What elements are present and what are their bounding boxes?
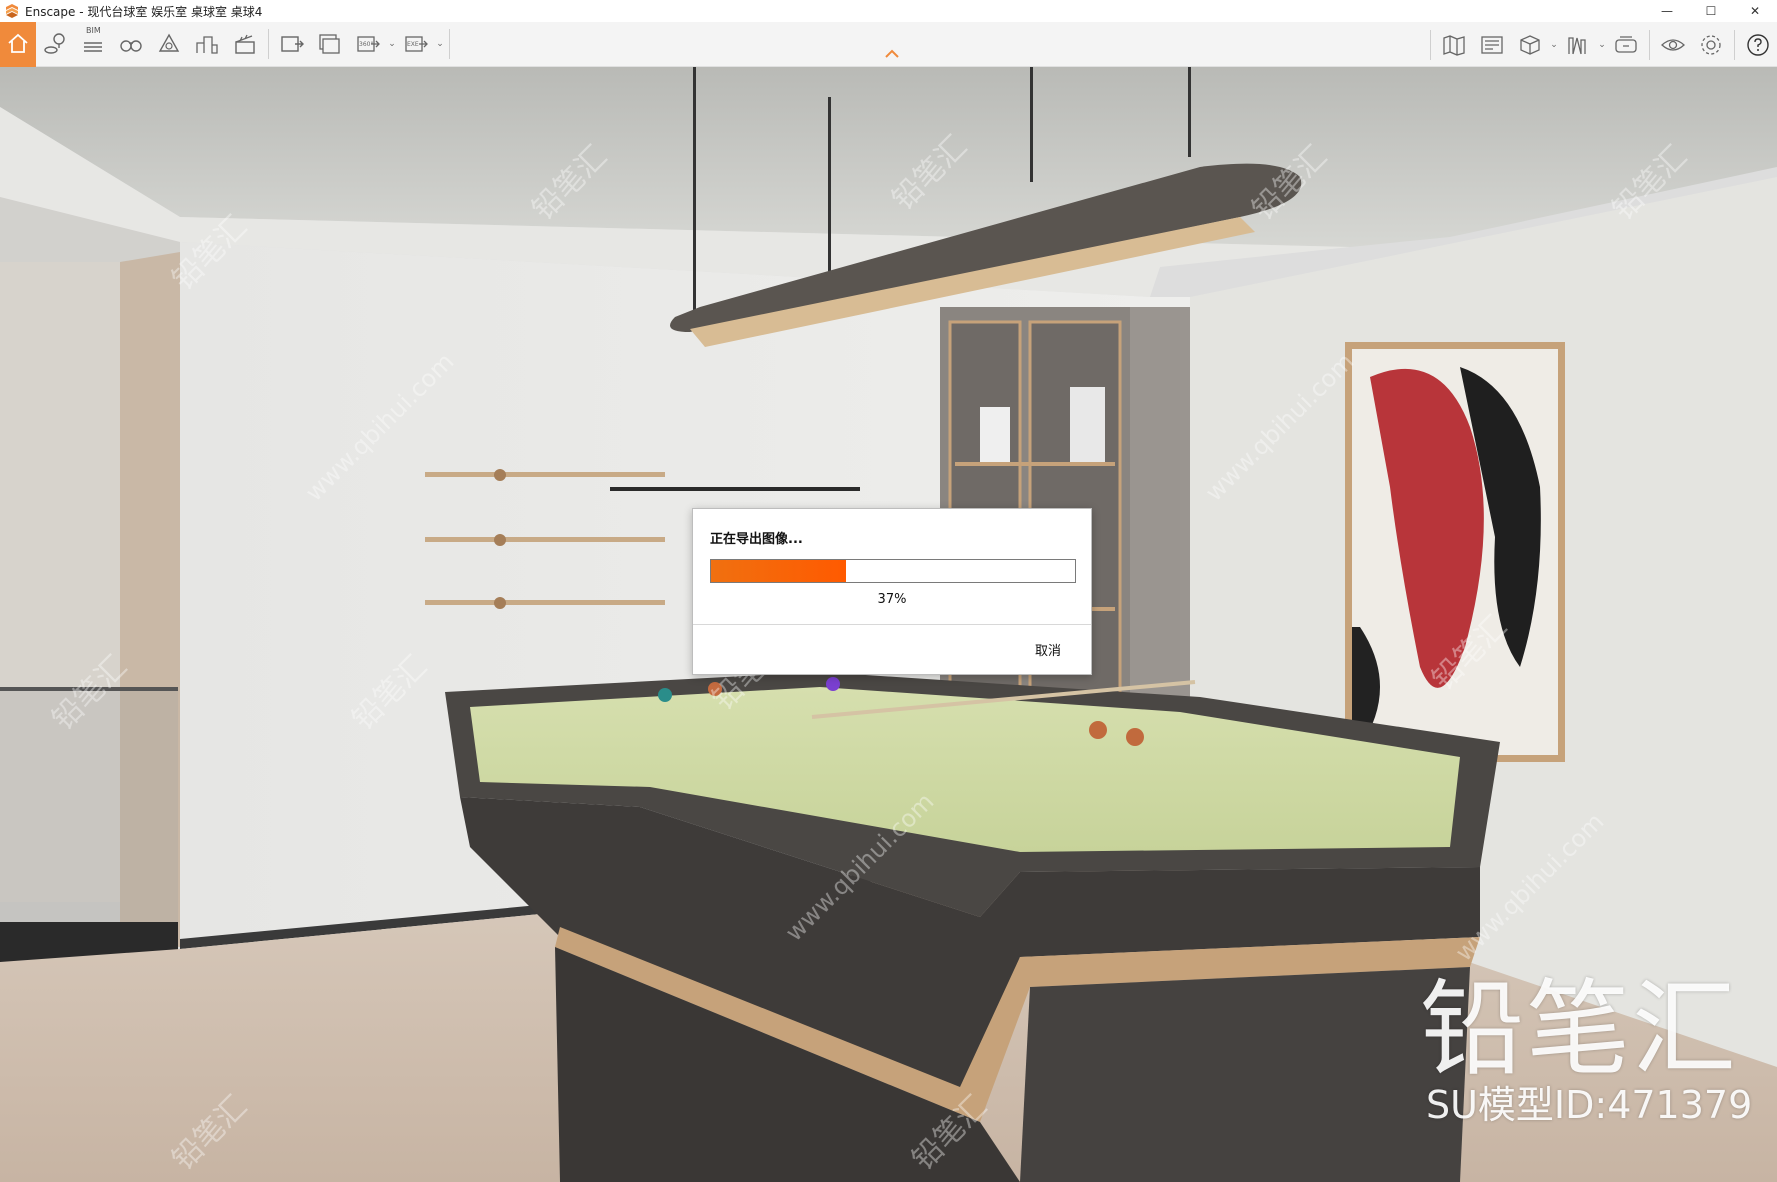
toolbar-separator [1734,29,1735,60]
home-button[interactable] [0,21,36,67]
brand-name: 铅笔汇 [1420,968,1739,1090]
render-image-icon [281,36,304,52]
binoculars-icon [120,40,142,52]
cube-view-button[interactable] [1511,25,1549,65]
map-button[interactable] [1435,25,1473,65]
cube-view-icon [1520,34,1540,55]
books-dropdown-caret[interactable]: ⌄ [1597,25,1607,65]
views-button[interactable] [36,24,74,64]
toolbar-right-group: ⌄ ⌄ [1426,22,1777,67]
settings-button[interactable] [1692,25,1730,65]
toolbar-separator [1649,29,1650,60]
asset-library-button[interactable] [150,24,188,64]
export-dropdown-caret[interactable]: ⌄ [435,24,445,64]
model-id: SU模型ID:471379 [1426,1083,1753,1127]
panorama-dropdown-caret[interactable]: ⌄ [387,24,397,64]
title-bar: Enscape - 现代台球室 娱乐室 桌球室 桌球4 — ☐ ✕ [0,0,1777,22]
toolbar-separator [268,29,269,59]
image-view-icon [1481,35,1503,54]
asset-library-icon [158,33,180,52]
export-progress-dialog: 正在导出图像... 37% 取消 [692,508,1092,675]
batch-render-button[interactable] [311,24,349,64]
brand-watermark: 铅笔汇 SU模型ID:471379 [1420,975,1760,1127]
buildings-icon [196,36,218,54]
image-view-button[interactable] [1473,25,1511,65]
progress-bar [710,559,1076,583]
bim-label: BIM [86,26,101,35]
window-title: Enscape - 现代台球室 娱乐室 桌球室 桌球4 [25,4,263,19]
panorama-render-button[interactable]: 360° [349,24,387,64]
binoculars-button[interactable] [112,24,150,64]
cube-dropdown-caret[interactable]: ⌄ [1549,25,1559,65]
window-controls: — ☐ ✕ [1645,0,1777,22]
eye-icon [1661,38,1685,51]
help-button[interactable] [1739,25,1777,65]
video-editor-button[interactable] [226,24,264,64]
vr-headset-icon [1615,35,1637,53]
maximize-button[interactable]: ☐ [1689,0,1733,22]
exe-label: EXE [407,41,419,48]
toolbar-separator [449,29,450,59]
batch-render-icon [319,34,340,54]
toolbar-separator [1430,29,1431,60]
panorama-render-icon: 360° [357,36,380,52]
progress-fill [711,560,846,582]
books-icon [1568,36,1586,54]
progress-percent: 37% [877,592,907,607]
location-pin-icon [44,33,65,54]
settings-gear-icon [1701,34,1721,55]
vr-headset-button[interactable] [1607,25,1645,65]
visual-settings-button[interactable] [1654,25,1692,65]
close-button[interactable]: ✕ [1733,0,1777,22]
dialog-divider [693,624,1091,625]
enscape-logo-icon [6,4,18,18]
exe-export-button[interactable]: EXE [397,24,435,64]
collapse-toolbar-icon[interactable] [882,47,902,61]
site-context-button[interactable] [188,24,226,64]
bim-info-button[interactable]: BIM [74,24,112,64]
map-icon [1443,34,1465,56]
exe-export-icon: EXE [405,36,428,52]
cancel-button[interactable]: 取消 [1035,640,1061,659]
minimize-button[interactable]: — [1645,0,1689,22]
render-image-button[interactable] [273,24,311,64]
help-icon [1747,33,1769,56]
home-icon [8,33,28,53]
dialog-title: 正在导出图像... [710,532,803,547]
books-button[interactable] [1559,25,1597,65]
clapper-icon [235,34,255,54]
